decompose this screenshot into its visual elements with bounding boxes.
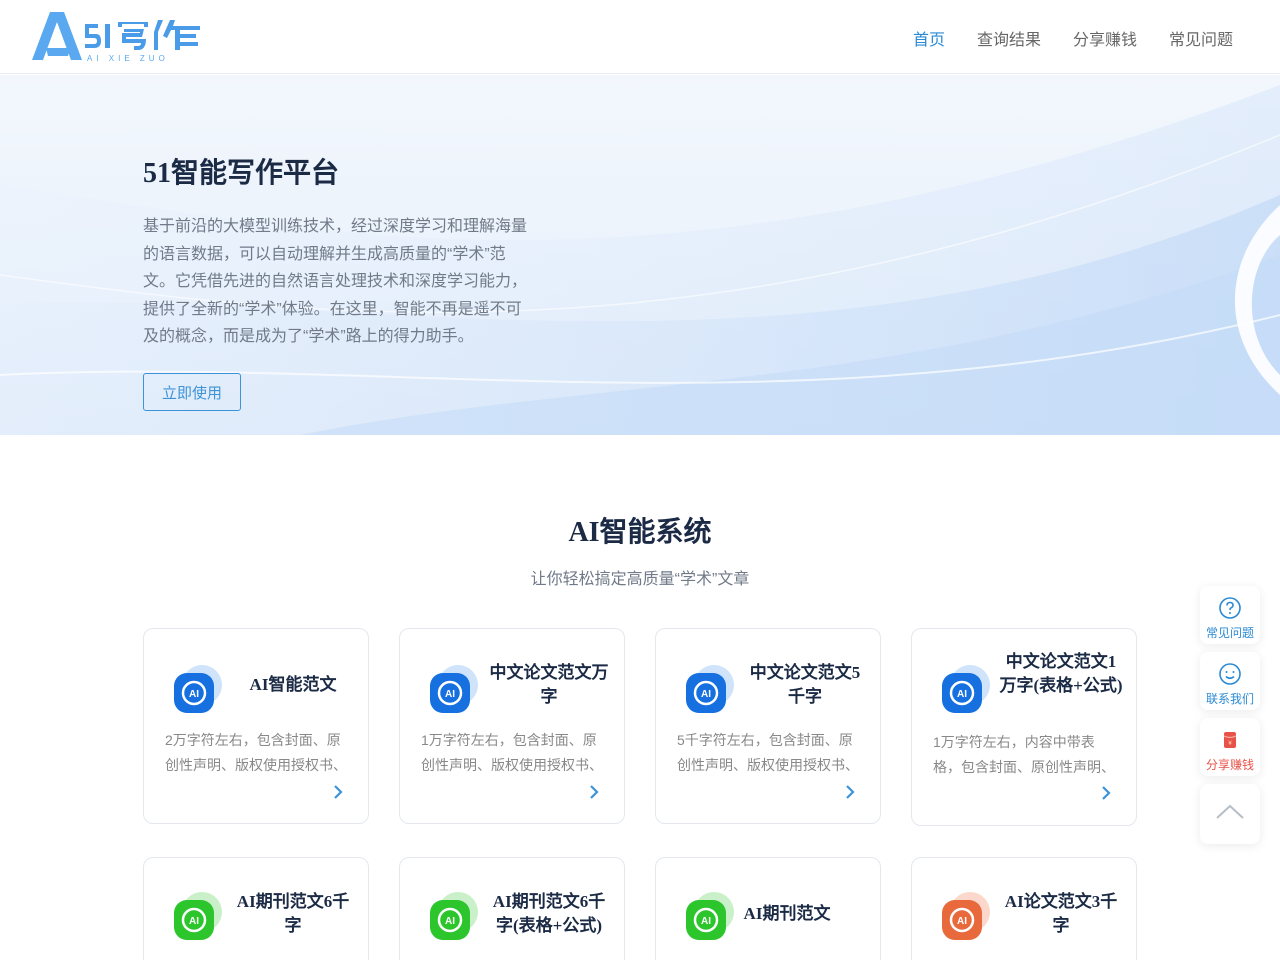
card-title: 中文论文范文1万字(表格+公式) — [999, 652, 1123, 695]
product-card[interactable]: AI AI期刊范文 — [655, 857, 881, 960]
svg-text:AI: AI — [701, 916, 711, 927]
float-contact-button[interactable]: 联系我们 — [1200, 652, 1260, 710]
card-title: 中文论文范文万字 — [489, 663, 609, 706]
hero-title: 51智能写作平台 — [143, 158, 340, 189]
card-title: AI智能范文 — [249, 675, 337, 694]
nav-faq[interactable]: 常见问题 — [1169, 26, 1233, 50]
start-using-button[interactable]: 立即使用 — [143, 373, 241, 411]
main-nav: 首页 查询结果 分享赚钱 常见问题 — [913, 26, 1233, 50]
header: AI XIE ZUO 首页 查询结果 分享赚钱 常见问题 — [0, 0, 1280, 74]
red-envelope-icon: ¥ — [1223, 732, 1237, 748]
hero-banner: 51智能写作平台 基于前沿的大模型训练技术，经过深度学习和理解海量的语言数据，可… — [0, 75, 1280, 435]
card-description: 5千字符左右，包含封面、原创性声明、版权使用授权书、 — [677, 732, 859, 773]
chevron-right-icon[interactable] — [844, 785, 856, 799]
ai-icon: AI — [172, 663, 224, 715]
svg-text:AI: AI — [957, 689, 967, 700]
svg-text:AI: AI — [445, 689, 455, 700]
product-card[interactable]: AI 中文论文范文1万字(表格+公式) 1万字符左右，内容中带表格，包含封面、原… — [911, 628, 1137, 826]
card-title: AI期刊范文6千字(表格+公式) — [492, 892, 606, 935]
card-description: 2万字符左右，包含封面、原创性声明、版权使用授权书、 — [165, 732, 347, 773]
product-card[interactable]: AI 中文论文范文5千字 5千字符左右，包含封面、原创性声明、版权使用授权书、 — [655, 628, 881, 824]
chevron-right-icon[interactable] — [588, 785, 600, 799]
chevron-right-icon[interactable] — [1100, 786, 1112, 800]
nav-home[interactable]: 首页 — [913, 26, 945, 50]
svg-text:AI: AI — [957, 916, 967, 927]
ai-icon: AI — [940, 663, 992, 715]
chevron-right-icon[interactable] — [332, 785, 344, 799]
ai-icon: AI — [428, 890, 480, 942]
product-card[interactable]: AI AI智能范文 2万字符左右，包含封面、原创性声明、版权使用授权书、 — [143, 628, 369, 824]
card-description: 1万字符左右，包含封面、原创性声明、版权使用授权书、 — [421, 732, 603, 773]
ai-icon: AI — [684, 663, 736, 715]
product-card[interactable]: AI 中文论文范文万字 1万字符左右，包含封面、原创性声明、版权使用授权书、 — [399, 628, 625, 824]
card-title: AI论文范文3千字 — [1004, 892, 1118, 935]
float-faq-button[interactable]: 常见问题 — [1200, 586, 1260, 644]
ai-icon: AI — [940, 890, 992, 942]
hero-description: 基于前沿的大模型训练技术，经过深度学习和理解海量的语言数据，可以自动理解并生成高… — [143, 218, 528, 345]
chevron-up-icon — [1216, 804, 1244, 819]
product-card[interactable]: AI AI期刊范文6千字 — [143, 857, 369, 960]
back-to-top-button[interactable] — [1200, 784, 1260, 844]
ai-icon: AI — [172, 890, 224, 942]
smile-chat-icon — [1219, 663, 1241, 685]
product-card[interactable]: AI AI期刊范文6千字(表格+公式) — [399, 857, 625, 960]
logo[interactable]: AI XIE ZUO — [30, 10, 205, 64]
float-share-label: 分享赚钱 — [1205, 758, 1254, 772]
svg-text:AI: AI — [701, 689, 711, 700]
section-title: AI智能系统 — [568, 517, 712, 548]
section-subtitle: 让你轻松搞定高质量“学术”文章 — [530, 571, 750, 588]
ai-icon: AI — [684, 890, 736, 942]
svg-text:AI: AI — [445, 916, 455, 927]
card-description: 1万字符左右，内容中带表格，包含封面、原创性声明、 — [933, 734, 1115, 775]
float-faq-label: 常见问题 — [1205, 626, 1254, 640]
card-title: AI期刊范文 — [743, 904, 831, 923]
card-title: 中文论文范文5千字 — [749, 663, 861, 706]
svg-text:AI: AI — [189, 916, 199, 927]
float-contact-label: 联系我们 — [1205, 692, 1254, 706]
nav-query-results[interactable]: 查询结果 — [977, 26, 1041, 50]
logo-subtext: AI XIE ZUO — [87, 54, 169, 63]
product-card[interactable]: AI AI论文范文3千字 — [911, 857, 1137, 960]
float-share-button[interactable]: ¥ 分享赚钱 — [1200, 718, 1260, 776]
ai-icon: AI — [428, 663, 480, 715]
question-icon — [1219, 597, 1241, 619]
nav-share-earn[interactable]: 分享赚钱 — [1073, 26, 1137, 50]
svg-text:AI: AI — [189, 689, 199, 700]
card-title: AI期刊范文6千字 — [236, 892, 350, 935]
